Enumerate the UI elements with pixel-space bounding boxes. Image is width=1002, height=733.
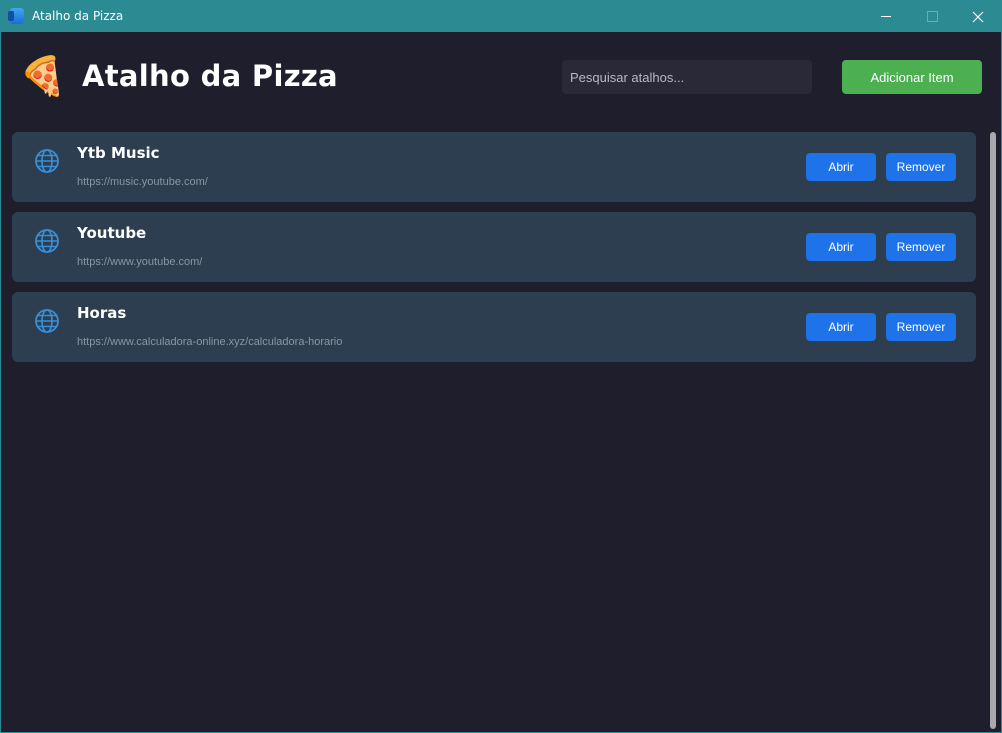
close-icon: [972, 11, 984, 22]
item-url: https://www.calculadora-online.xyz/calcu…: [77, 336, 343, 348]
item-name: Youtube: [77, 224, 147, 242]
shortcut-list: Ytb Music https://music.youtube.com/ Abr…: [12, 132, 976, 372]
item-url: https://www.youtube.com/: [77, 256, 203, 268]
open-button[interactable]: Abrir: [806, 153, 876, 181]
pizza-icon: 🍕: [19, 54, 67, 98]
globe-icon: [35, 309, 59, 333]
vertical-scrollbar[interactable]: [989, 132, 998, 729]
globe-icon: [35, 149, 59, 173]
search-input[interactable]: [562, 60, 812, 94]
open-button[interactable]: Abrir: [806, 233, 876, 261]
remove-button[interactable]: Remover: [886, 313, 956, 341]
item-name: Ytb Music: [77, 144, 160, 162]
remove-button[interactable]: Remover: [886, 233, 956, 261]
close-button[interactable]: [955, 1, 1001, 32]
remove-button[interactable]: Remover: [886, 153, 956, 181]
open-button[interactable]: Abrir: [806, 313, 876, 341]
item-url: https://music.youtube.com/: [77, 176, 208, 188]
minimize-button[interactable]: [863, 1, 909, 32]
app-header: 🍕 Atalho da Pizza Adicionar Item: [1, 32, 1001, 122]
window-title: Atalho da Pizza: [32, 9, 124, 23]
list-item: Youtube https://www.youtube.com/ Abrir R…: [12, 212, 976, 282]
add-item-button[interactable]: Adicionar Item: [842, 60, 982, 94]
globe-icon: [35, 229, 59, 253]
maximize-button[interactable]: [909, 1, 955, 32]
item-name: Horas: [77, 304, 127, 322]
page-title: Atalho da Pizza: [82, 59, 338, 93]
app-window: Atalho da Pizza 🍕 Atalho da Pizza Adicio…: [0, 0, 1002, 733]
maximize-icon: [926, 11, 938, 22]
list-item: Ytb Music https://music.youtube.com/ Abr…: [12, 132, 976, 202]
minimize-icon: [881, 16, 891, 17]
scrollbar-thumb[interactable]: [990, 132, 996, 729]
title-bar[interactable]: Atalho da Pizza: [1, 1, 1001, 32]
app-icon: [8, 8, 24, 24]
list-item: Horas https://www.calculadora-online.xyz…: [12, 292, 976, 362]
